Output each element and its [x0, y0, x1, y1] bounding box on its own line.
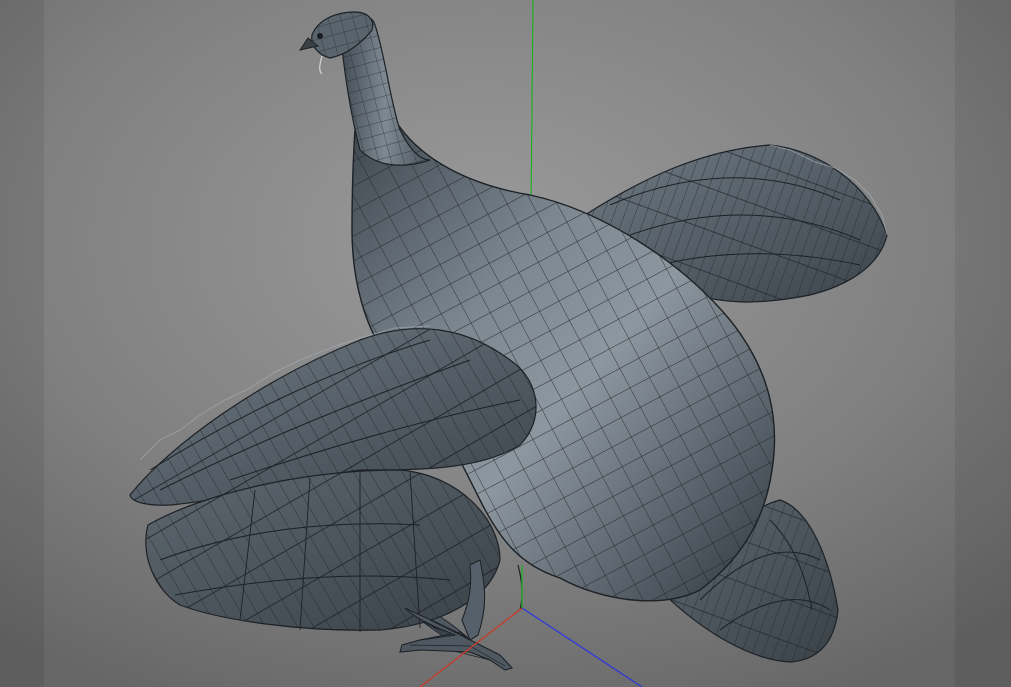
viewport-frame-left	[0, 0, 44, 687]
viewport-canvas[interactable]	[0, 0, 1011, 687]
eye-icon	[317, 33, 323, 39]
viewport-frame-right	[955, 0, 1011, 687]
3d-viewport[interactable]	[0, 0, 1011, 687]
